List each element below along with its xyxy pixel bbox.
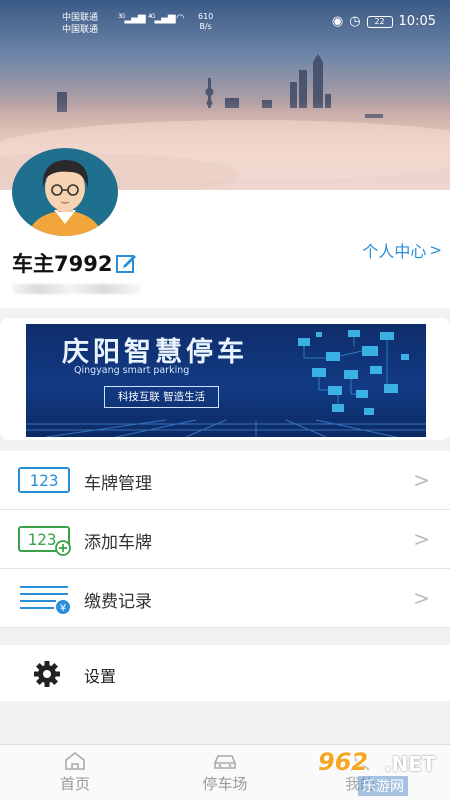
eye-icon: ◉ [331, 14, 344, 29]
svg-text:¥: ¥ [60, 603, 66, 614]
menu-label-payment-records: 缴费记录 [84, 592, 152, 612]
network-speed: 610 B/s [198, 12, 213, 32]
banner-title: 庆阳智慧停车 [62, 337, 248, 368]
banner-subtitle: Qingyang smart parking [74, 365, 190, 376]
promo-banner[interactable]: 庆阳智慧停车 Qingyang smart parking 科技互联 智造生活 [26, 324, 426, 437]
menu-label-add-plate: 添加车牌 [84, 533, 152, 553]
site-watermark: 962 .NET 乐游网 [312, 748, 446, 796]
status-right: ◉ ◷ 22 10:05 [332, 14, 436, 29]
battery-icon: 22 [366, 15, 393, 28]
settings-label: 设置 [84, 667, 117, 686]
home-icon [65, 751, 85, 770]
payment-record-icon: ¥ [18, 583, 72, 615]
tab-parking-label: 停车场 [202, 775, 248, 793]
menu-list: 123 车牌管理 > 123 添加车牌 > ¥ 缴费记录 > [0, 451, 450, 628]
carrier-2: 中国联通 [62, 25, 99, 35]
settings-row[interactable]: 设置 [0, 645, 450, 701]
tab-home-label: 首页 [59, 775, 90, 793]
add-plate-icon: 123 [18, 524, 72, 556]
edit-icon[interactable] [115, 252, 137, 274]
chevron-right-icon: > [429, 241, 442, 259]
chevron-right-icon: > [413, 468, 430, 492]
svg-text:123: 123 [30, 471, 59, 490]
username-row: 车主7992 [12, 248, 137, 278]
chevron-right-icon: > [413, 527, 430, 551]
menu-label-plate-management: 车牌管理 [84, 474, 152, 494]
personal-center-link[interactable]: 个人中心 > [362, 238, 442, 262]
username: 车主7992 [12, 252, 113, 276]
menu-item-plate-management[interactable]: 123 车牌管理 > [0, 451, 450, 510]
tab-parking[interactable]: 停车场 [180, 751, 270, 794]
menu-item-payment-records[interactable]: ¥ 缴费记录 > [0, 569, 450, 628]
signal-1-icon: 3G▂▄▆ [118, 13, 146, 24]
carrier-labels: 中国联通 中国联通 [62, 12, 98, 36]
watermark-net: .NET [384, 752, 436, 776]
chevron-right-icon: > [413, 586, 430, 610]
gear-icon [32, 660, 62, 688]
network-speed-unit: B/s [199, 22, 212, 31]
watermark-number: 962 [318, 748, 369, 776]
clock-time: 10:05 [398, 14, 436, 29]
wifi-icon: ◠ [176, 13, 185, 24]
personal-center-label: 个人中心 [362, 242, 427, 261]
plate-123-icon: 123 [18, 465, 72, 497]
blurred-info-text [12, 284, 142, 294]
alarm-icon: ◷ [349, 14, 361, 29]
signal-2-icon: 4G▂▄▆ [148, 13, 176, 24]
svg-text:123: 123 [28, 530, 57, 549]
banner-slogan: 科技互联 智造生活 [104, 386, 219, 408]
car-icon [214, 755, 236, 769]
avatar[interactable] [10, 148, 120, 236]
watermark-sub: 乐游网 [358, 776, 408, 796]
status-bar: 中国联通 中国联通 3G▂▄▆ 4G▂▄▆ ◠ 610 B/s ◉ ◷ 22 1… [0, 0, 450, 44]
network-speed-value: 610 [198, 12, 214, 21]
menu-item-add-plate[interactable]: 123 添加车牌 > [0, 510, 450, 569]
tab-home[interactable]: 首页 [30, 751, 120, 794]
carrier-1: 中国联通 [62, 13, 99, 23]
